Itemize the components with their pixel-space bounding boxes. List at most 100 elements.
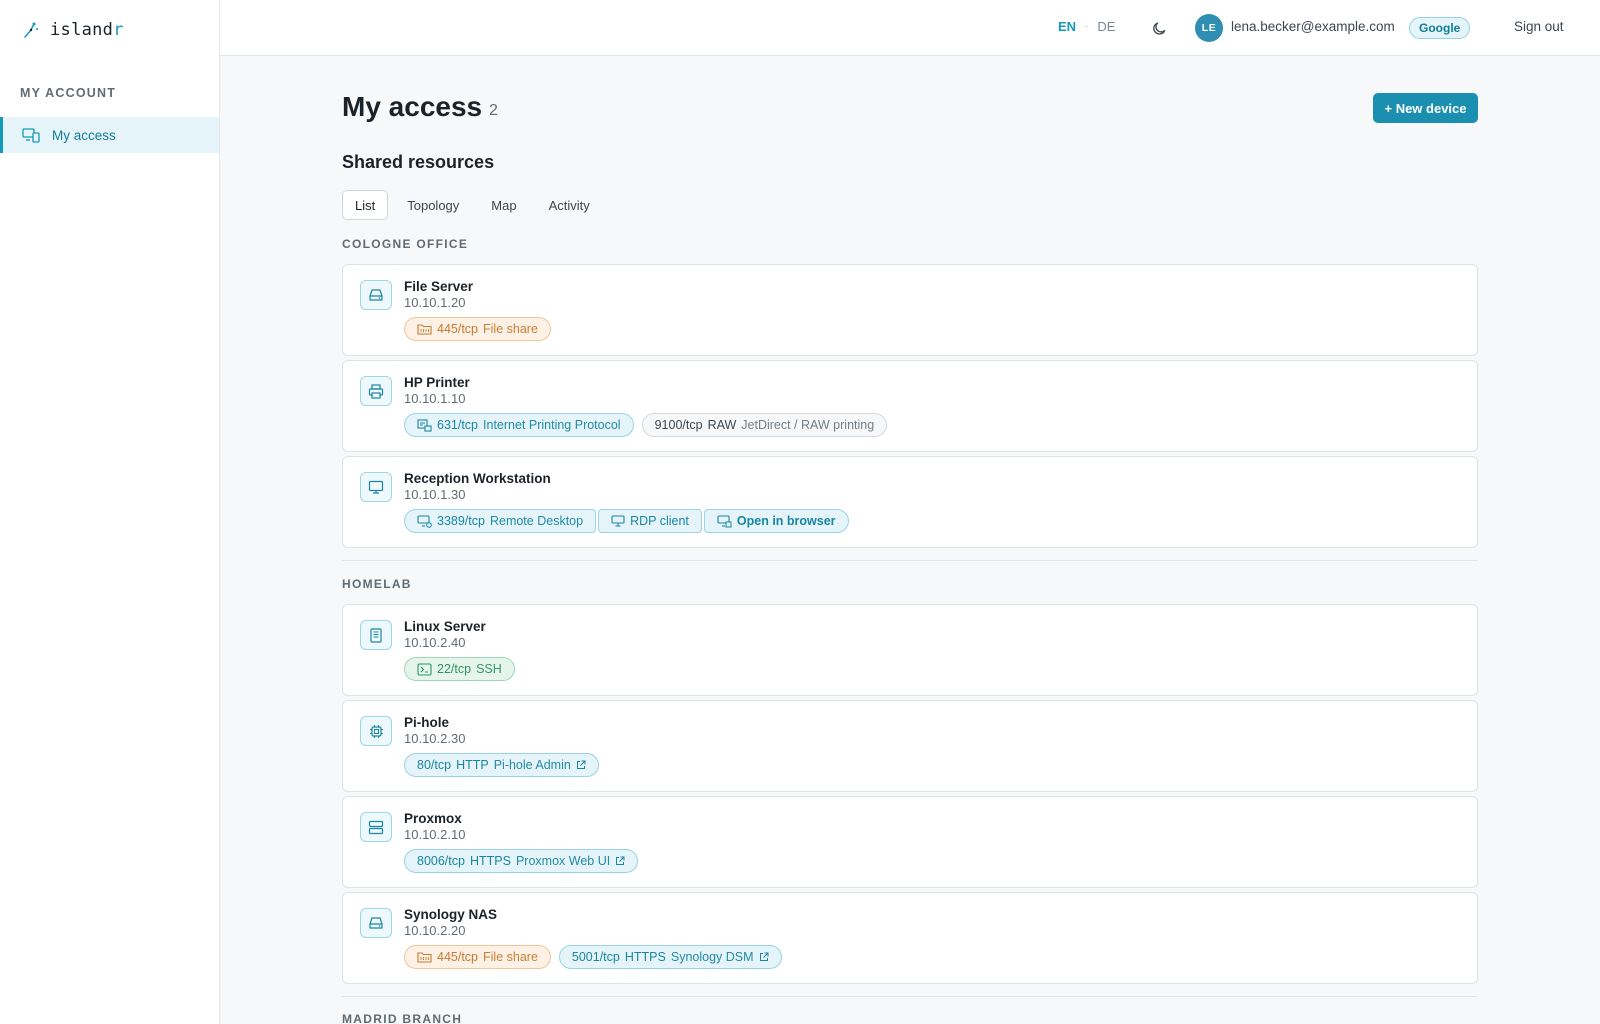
service-chip-pi-hole-admin[interactable]: 80/tcp HTTP Pi-hole Admin <box>404 753 599 777</box>
server-stack-icon <box>360 812 392 842</box>
sign-out-link[interactable]: Sign out <box>1514 19 1564 34</box>
monitor-icon <box>360 472 392 502</box>
device-ip: 10.10.2.20 <box>404 923 466 938</box>
device-name: Reception Workstation <box>404 471 551 486</box>
group-label-madrid-branch: MADRID BRANCH <box>342 1012 463 1024</box>
browser-icon <box>717 514 732 527</box>
service-label: File share <box>483 322 538 336</box>
rdp-client-button[interactable]: RDP client <box>598 509 702 533</box>
group-divider <box>342 560 1478 561</box>
service-chip-file-share[interactable]: 445/tcp File share <box>404 945 551 969</box>
service-chip-raw-printing[interactable]: 9100/tcp RAW JetDirect / RAW printing <box>641 413 888 437</box>
service-chips: 631/tcp Internet Printing Protocol 9100/… <box>404 413 888 437</box>
language-de[interactable]: DE <box>1097 19 1115 34</box>
service-protocol: HTTP <box>456 758 489 772</box>
group-label-homelab: HOMELAB <box>342 577 412 591</box>
device-card-hp-printer[interactable]: HP Printer 10.10.1.10 631/tcp Internet P… <box>342 360 1478 452</box>
service-chips: 3389/tcp Remote Desktop RDP client Open … <box>404 509 849 533</box>
tab-list[interactable]: List <box>342 190 389 220</box>
service-protocol: RAW <box>707 418 737 432</box>
service-chip-synology-dsm[interactable]: 5001/tcp HTTPS Synology DSM <box>558 945 782 969</box>
external-link-icon <box>576 760 586 769</box>
service-chip-ipp[interactable]: 631/tcp Internet Printing Protocol <box>404 413 634 437</box>
service-chips: 445/tcp File share <box>404 317 551 341</box>
device-card-linux-server[interactable]: Linux Server 10.10.2.40 22/tcp SSH <box>342 604 1478 696</box>
devices-icon <box>22 128 40 143</box>
device-card-reception-workstation[interactable]: Reception Workstation 10.10.1.30 3389/tc… <box>342 456 1478 548</box>
auth-provider-badge: Google <box>1409 17 1471 39</box>
sidebar: islandr MY ACCOUNT My access <box>0 0 220 1024</box>
service-chips: 80/tcp HTTP Pi-hole Admin <box>404 753 599 777</box>
chip-icon <box>360 716 392 746</box>
external-link-icon <box>759 952 769 961</box>
service-chips: 8006/tcp HTTPS Proxmox Web UI <box>404 849 639 873</box>
service-port: 22/tcp <box>437 662 472 676</box>
group-divider <box>342 996 1478 997</box>
service-port: 5001/tcp <box>571 950 620 964</box>
service-port: 445/tcp <box>437 322 479 336</box>
new-device-button[interactable]: + New device <box>1373 93 1478 123</box>
avatar[interactable]: LE <box>1195 14 1223 42</box>
logo-mark-icon <box>24 22 38 38</box>
service-label: File share <box>483 950 538 964</box>
terminal-icon <box>417 662 432 676</box>
service-chips: 22/tcp SSH <box>404 657 515 681</box>
service-label: Remote Desktop <box>489 514 584 528</box>
device-ip: 10.10.2.40 <box>404 635 466 650</box>
folder-icon <box>417 324 432 335</box>
service-label: Synology DSM <box>670 950 754 964</box>
tab-activity[interactable]: Activity <box>536 190 603 220</box>
service-label: Proxmox Web UI <box>515 854 611 868</box>
device-card-file-server[interactable]: File Server 10.10.1.20 445/tcp File shar… <box>342 264 1478 356</box>
device-ip: 10.10.1.10 <box>404 391 466 406</box>
device-name: Proxmox <box>404 811 462 826</box>
button-label: Open in browser <box>736 514 836 528</box>
logo-text: islandr <box>50 20 124 40</box>
printer-icon <box>360 376 392 406</box>
device-ip: 10.10.1.20 <box>404 295 466 310</box>
service-port: 445/tcp <box>437 950 479 964</box>
sidebar-item-my-access[interactable]: My access <box>0 117 219 153</box>
device-name: Pi-hole <box>404 715 450 730</box>
language-en[interactable]: EN <box>1058 19 1076 34</box>
hard-drive-icon <box>360 280 392 310</box>
hard-drive-icon <box>360 908 392 938</box>
open-in-browser-button[interactable]: Open in browser <box>703 509 849 533</box>
service-protocol: HTTPS <box>469 854 511 868</box>
service-port: 9100/tcp <box>654 418 703 432</box>
device-card-proxmox[interactable]: Proxmox 10.10.2.10 8006/tcp HTTPS Proxmo… <box>342 796 1478 888</box>
device-name: File Server <box>404 279 474 294</box>
external-link-icon <box>616 856 625 865</box>
section-title: Shared resources <box>342 152 495 172</box>
service-protocol: HTTPS <box>624 950 666 964</box>
service-label: SSH <box>476 662 502 676</box>
sidebar-heading: MY ACCOUNT <box>20 86 117 100</box>
monitor-icon <box>611 515 625 527</box>
theme-toggle-button[interactable] <box>1148 17 1170 39</box>
tab-topology[interactable]: Topology <box>394 190 472 220</box>
server-rack-icon <box>360 620 392 650</box>
language-separator: · <box>1085 21 1089 32</box>
group-label-cologne-office: COLOGNE OFFICE <box>342 237 469 251</box>
service-chip-file-share[interactable]: 445/tcp File share <box>404 317 551 341</box>
device-name: Linux Server <box>404 619 486 634</box>
device-card-pi-hole[interactable]: Pi-hole 10.10.2.30 80/tcp HTTP Pi-hole A… <box>342 700 1478 792</box>
service-chip-remote-desktop[interactable]: 3389/tcp Remote Desktop <box>404 509 597 533</box>
remote-desktop-icon <box>417 514 432 528</box>
button-label: RDP client <box>630 514 689 528</box>
device-card-synology-nas[interactable]: Synology NAS 10.10.2.20 445/tcp File sha… <box>342 892 1478 984</box>
access-count: 2 <box>489 102 498 119</box>
service-port: 3389/tcp <box>437 514 485 528</box>
language-switcher: EN · DE <box>1058 19 1115 34</box>
device-ip: 10.10.2.30 <box>404 731 466 746</box>
print-queue-icon <box>417 418 432 432</box>
page-title: My access <box>342 91 483 122</box>
logo[interactable]: islandr <box>22 20 124 40</box>
moon-icon <box>1152 21 1165 35</box>
service-chip-ssh[interactable]: 22/tcp SSH <box>404 657 515 681</box>
device-ip: 10.10.2.10 <box>404 827 466 842</box>
service-port: 631/tcp <box>437 418 479 432</box>
tab-map[interactable]: Map <box>478 190 529 220</box>
service-chip-proxmox-web-ui[interactable]: 8006/tcp HTTPS Proxmox Web UI <box>404 849 639 873</box>
device-name: HP Printer <box>404 375 470 390</box>
